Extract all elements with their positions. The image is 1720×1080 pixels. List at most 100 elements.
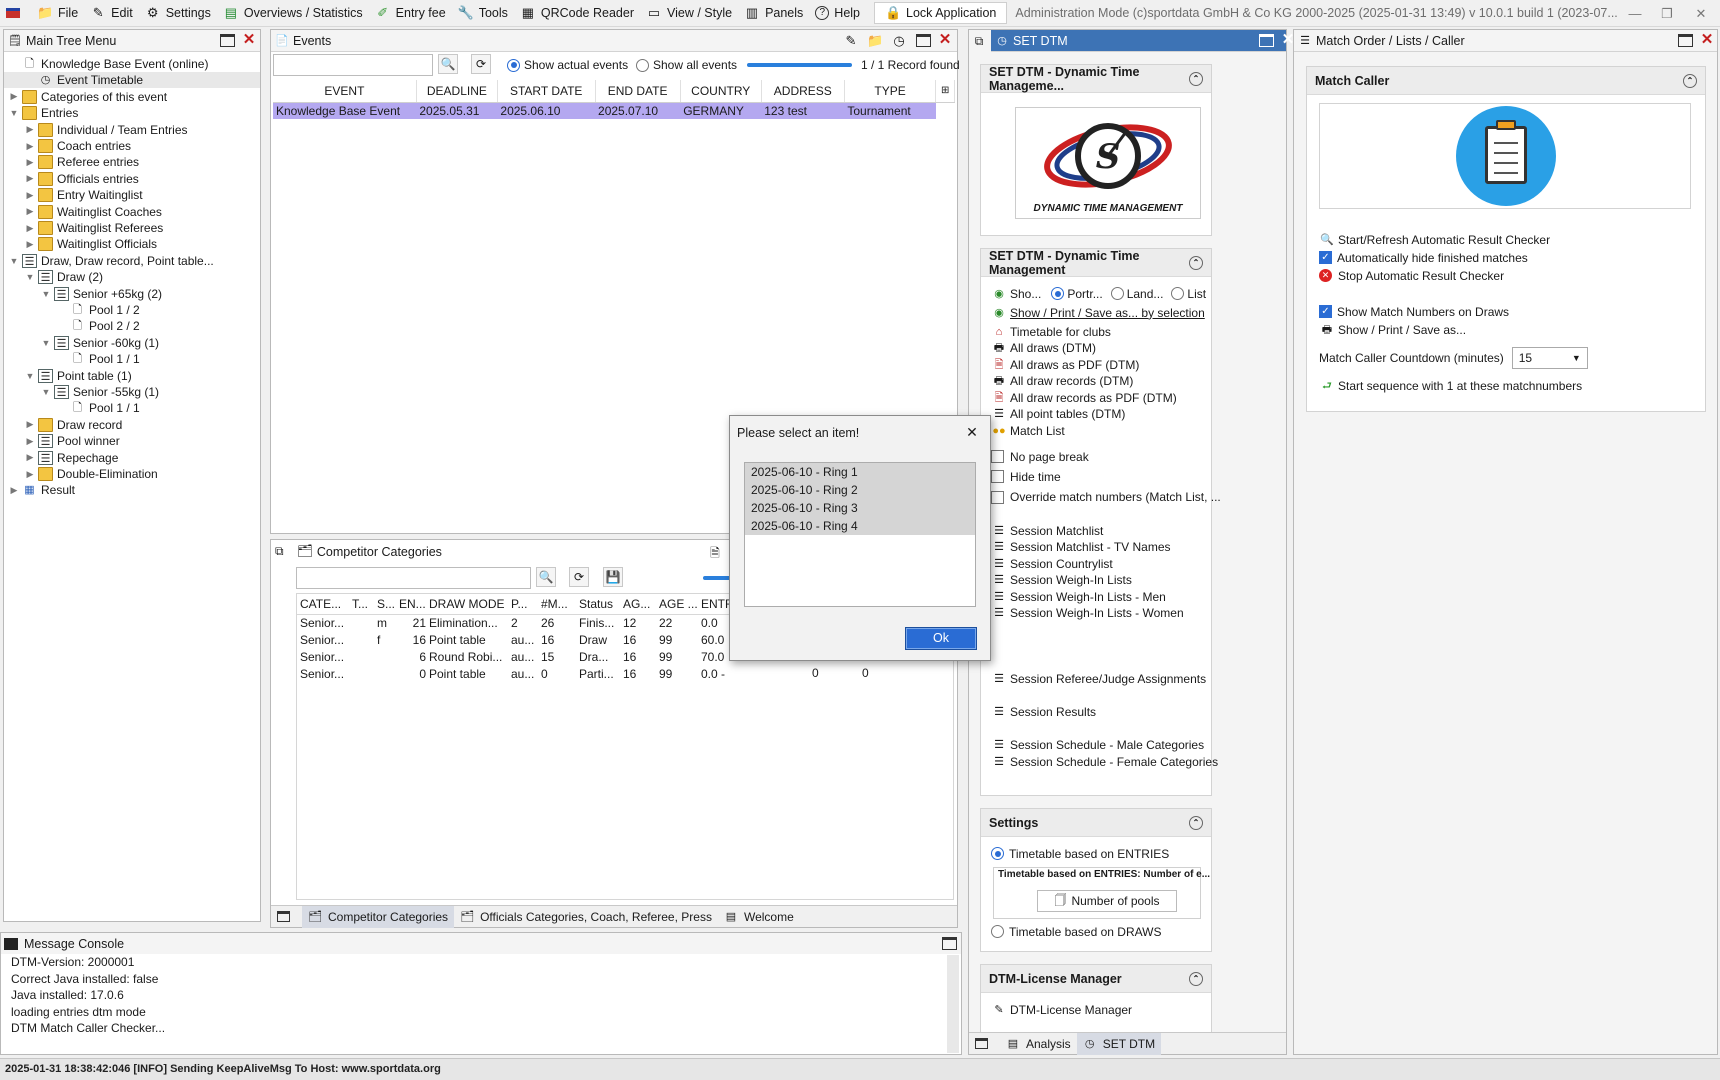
dialog-close-icon[interactable]: ✕ <box>962 422 982 442</box>
expand-arrow-icon[interactable]: ▼ <box>24 272 36 282</box>
collapse-icon[interactable]: ⌃ <box>1683 74 1697 88</box>
landscape-radio[interactable]: Land... <box>1110 287 1163 301</box>
lock-application-button[interactable]: 🔒 Lock Application <box>874 2 1008 24</box>
dtm-option-checkbox[interactable]: No page break <box>991 448 1089 465</box>
maximize-icon[interactable] <box>1678 34 1693 47</box>
tree-item[interactable]: ▼ ☰ Point table (1) <box>4 368 260 384</box>
column-header[interactable]: EVENT <box>273 80 417 103</box>
expand-arrow-icon[interactable]: ▶ <box>24 419 36 430</box>
tree-item[interactable]: ▶ Referee entries <box>4 154 260 170</box>
tree-item[interactable]: ▼ ☰ Draw, Draw record, Point table... <box>4 253 260 269</box>
menu-file[interactable]: 📁 File <box>31 0 84 26</box>
search-icon[interactable]: 🔍 <box>536 567 556 587</box>
collapse-icon[interactable]: ⌃ <box>1189 256 1203 270</box>
tab-analysis[interactable]: ▤ Analysis <box>1000 1033 1077 1055</box>
column-header[interactable]: DEADLINE <box>416 80 498 103</box>
column-chooser-icon[interactable]: ⊞ <box>935 80 955 103</box>
column-header[interactable]: START DATE <box>497 80 596 103</box>
tree-item[interactable]: ▶ ▦ Result <box>4 482 260 498</box>
expand-arrow-icon[interactable]: ▼ <box>40 387 52 397</box>
license-manager-link[interactable]: ✎ DTM-License Manager <box>991 1001 1132 1018</box>
edit-layout-icon[interactable]: ✎ <box>843 33 859 49</box>
tree-item[interactable]: ▶ Draw record <box>4 417 260 433</box>
expand-arrow-icon[interactable]: ▼ <box>8 256 20 266</box>
expand-arrow-icon[interactable]: ▼ <box>40 338 52 348</box>
session-link[interactable]: ☰ Session Weigh-In Lists - Women <box>991 605 1184 622</box>
expand-arrow-icon[interactable]: ▶ <box>24 206 36 217</box>
copy-icon[interactable]: ⧉ <box>969 30 989 52</box>
dtm-link[interactable]: ⌂ Timetable for clubs <box>991 323 1111 340</box>
close-icon[interactable]: ✕ <box>937 32 953 48</box>
show-actual-events-radio[interactable]: Show actual events <box>507 58 628 72</box>
expand-arrow-icon[interactable]: ▼ <box>24 371 36 381</box>
tree-item[interactable]: ▶ Waitinglist Referees <box>4 220 260 236</box>
tree-item[interactable]: ◷ Event Timetable <box>4 72 260 89</box>
expand-arrow-icon[interactable]: ▼ <box>8 108 20 118</box>
expand-arrow-icon[interactable]: ▶ <box>24 452 36 463</box>
menu-panels[interactable]: ▥ Panels <box>738 0 809 26</box>
minimize-window-button[interactable]: — <box>1620 0 1650 27</box>
close-icon[interactable]: ✕ <box>241 32 257 48</box>
save-icon[interactable]: 💾 <box>603 567 623 587</box>
expand-arrow-icon[interactable]: ▶ <box>24 469 36 480</box>
tree-item[interactable]: 🗋 Knowledge Base Event (online) <box>4 56 260 72</box>
dtm-link[interactable]: 🖶 All draws (DTM) <box>991 340 1096 357</box>
session-link[interactable]: ☰ Session Matchlist <box>991 522 1103 539</box>
tree-item[interactable]: ▼ ☰ Senior -55kg (1) <box>4 384 260 400</box>
menu-help[interactable]: ? Help <box>809 0 866 26</box>
column-header[interactable]: AG... <box>620 594 656 615</box>
tree-item[interactable]: 🗋 Pool 2 / 2 <box>4 318 260 334</box>
maximize-icon[interactable] <box>1259 34 1274 47</box>
tree-item[interactable]: ▶ Individual / Team Entries <box>4 122 260 138</box>
maximize-icon[interactable] <box>916 34 931 47</box>
tree-item[interactable]: ▶ Waitinglist Officials <box>4 236 260 252</box>
tree-item[interactable]: ▶ Entry Waitinglist <box>4 187 260 203</box>
ok-button[interactable]: Ok <box>905 627 977 650</box>
expand-arrow-icon[interactable]: ▶ <box>8 91 20 102</box>
expand-arrow-icon[interactable]: ▶ <box>24 239 36 250</box>
column-header[interactable]: #M... <box>538 594 576 615</box>
tab-welcome[interactable]: ▤ Welcome <box>718 906 800 928</box>
maximize-icon[interactable] <box>220 34 235 47</box>
start-sequence-button[interactable]: ⮐ Start sequence with 1 at these matchnum… <box>1319 377 1582 394</box>
column-header[interactable]: EN... <box>396 594 426 615</box>
table-row[interactable]: Senior... 0 Point table au... 0 Parti... 16 99 0… <box>297 665 740 682</box>
close-window-button[interactable]: ✕ <box>1686 0 1716 27</box>
dtm-link[interactable]: ☰ All point tables (DTM) <box>991 406 1125 423</box>
show-match-numbers-checkbox[interactable]: ✓ Show Match Numbers on Draws <box>1319 303 1509 320</box>
auto-hide-finished-checkbox[interactable]: ✓ Automatically hide finished matches <box>1319 249 1528 266</box>
tree-item[interactable]: ▶ Officials entries <box>4 171 260 187</box>
collapse-icon[interactable]: ⌃ <box>1189 72 1203 86</box>
column-header[interactable]: T... <box>349 594 374 615</box>
session-link[interactable]: ☰ Session Matchlist - TV Names <box>991 539 1170 556</box>
session-schedule-male-link[interactable]: ☰ Session Schedule - Male Categories <box>991 736 1204 753</box>
dtm-option-checkbox[interactable]: Override match numbers (Match List, ... <box>991 489 1221 506</box>
table-row[interactable]: Senior... 6 Round Robi... au... 15 Dra... 16 99… <box>297 648 740 665</box>
tree-item[interactable]: 🗋 Pool 1 / 1 <box>4 400 260 416</box>
column-header[interactable]: END DATE <box>595 80 681 103</box>
expand-arrow-icon[interactable]: ▶ <box>24 141 36 152</box>
console-scrollbar[interactable] <box>947 955 959 1053</box>
dtm-link[interactable]: 🖶 All draw records (DTM) <box>991 373 1134 390</box>
show-print-by-selection-link[interactable]: ◉ Show / Print / Save as... by selection <box>991 304 1205 321</box>
column-header[interactable]: S... <box>374 594 396 615</box>
tree-item[interactable]: ▼ ☰ Draw (2) <box>4 269 260 285</box>
expand-arrow-icon[interactable]: ▶ <box>24 436 36 447</box>
collapse-icon[interactable]: ⌃ <box>1189 972 1203 986</box>
list-item[interactable]: 2025-06-10 - Ring 4 <box>745 517 975 535</box>
dtm-option-checkbox[interactable]: Hide time <box>991 468 1061 485</box>
table-row[interactable]: Knowledge Base Event 2025.05.31 2025.06.10… <box>273 102 955 119</box>
menu-tools[interactable]: 🔧 Tools <box>452 0 514 26</box>
panel-toggle-icon[interactable] <box>969 1033 1000 1055</box>
column-header[interactable]: P... <box>508 594 538 615</box>
expand-arrow-icon[interactable]: ▶ <box>24 124 36 135</box>
tree-item[interactable]: ▶ Categories of this event <box>4 89 260 105</box>
start-refresh-checker-button[interactable]: 🔍 Start/Refresh Automatic Result Checker <box>1319 231 1550 248</box>
close-icon[interactable]: ✕ <box>1699 32 1715 48</box>
refresh-icon[interactable]: ⟳ <box>471 54 491 74</box>
session-link[interactable]: ☰ Session Weigh-In Lists <box>991 572 1132 589</box>
categories-search-input[interactable] <box>296 567 531 589</box>
dtm-link[interactable]: ●● Match List <box>991 422 1064 439</box>
expand-arrow-icon[interactable]: ▶ <box>24 157 36 168</box>
expand-arrow-icon[interactable]: ▶ <box>8 485 20 496</box>
